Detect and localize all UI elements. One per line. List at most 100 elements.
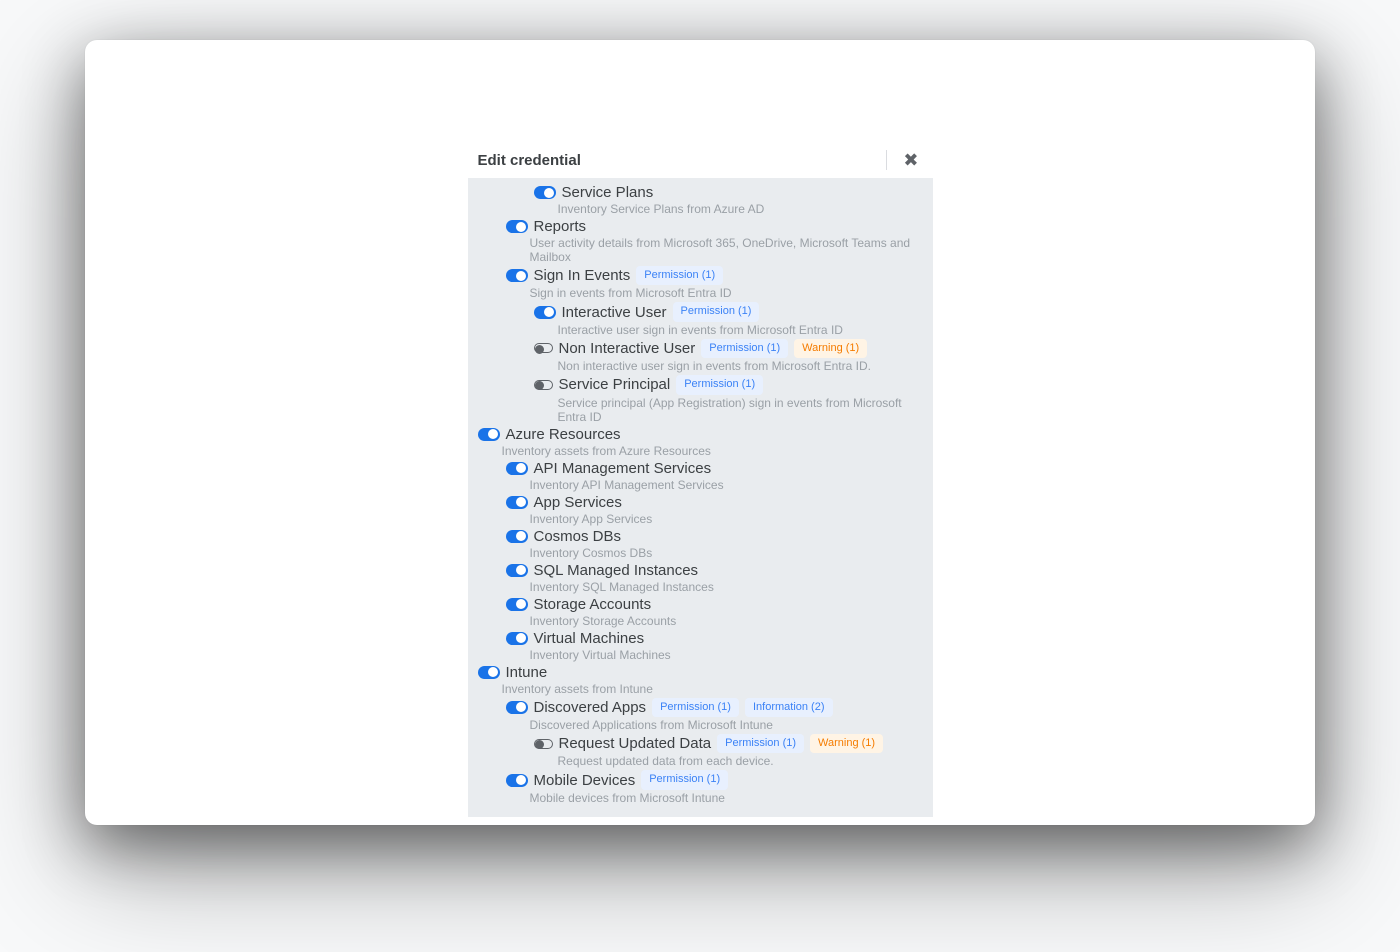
edit-credential-modal: Edit credential ✖ Service PlansInventory… — [468, 140, 933, 817]
setting-description: Service principal (App Registration) sig… — [558, 396, 923, 424]
setting-description: Discovered Applications from Microsoft I… — [530, 718, 923, 732]
setting-row-head: Storage Accounts — [506, 596, 923, 613]
setting-row-app-services: App ServicesInventory App Services — [478, 494, 923, 526]
setting-label: Service Plans — [562, 184, 654, 201]
modal-header: Edit credential ✖ — [468, 140, 933, 178]
setting-label: Service Principal — [559, 376, 671, 393]
setting-row-reports: ReportsUser activity details from Micros… — [478, 218, 923, 264]
setting-label: Mobile Devices — [534, 772, 636, 789]
toggle-app-services[interactable] — [506, 496, 528, 509]
setting-description: Request updated data from each device. — [558, 754, 923, 768]
setting-row-head: Cosmos DBs — [506, 528, 923, 545]
toggle-sql-managed-instances[interactable] — [506, 564, 528, 577]
setting-label: Storage Accounts — [534, 596, 652, 613]
setting-row-intune: IntuneInventory assets from Intune — [478, 664, 923, 696]
toggle-storage-accounts[interactable] — [506, 598, 528, 611]
setting-description: Inventory Cosmos DBs — [530, 546, 923, 560]
setting-label: Discovered Apps — [534, 699, 647, 716]
toggle-non-interactive-user[interactable] — [534, 343, 553, 353]
close-icon[interactable]: ✖ — [903, 151, 918, 169]
toggle-service-plans[interactable] — [534, 186, 556, 199]
toggle-cosmos-dbs[interactable] — [506, 530, 528, 543]
modal-title: Edit credential — [478, 152, 581, 169]
toggle-sign-in-events[interactable] — [506, 269, 528, 282]
setting-row-head: Service Plans — [534, 184, 923, 201]
setting-row-head: Request Updated Data Permission (1) Warnin… — [534, 734, 923, 753]
header-divider — [886, 150, 887, 170]
setting-row-head: API Management Services — [506, 460, 923, 477]
app-window: Edit credential ✖ Service PlansInventory… — [85, 40, 1315, 825]
setting-description: Inventory Service Plans from Azure AD — [558, 202, 923, 216]
permission-badge[interactable]: Permission (1) — [641, 770, 728, 789]
setting-description: Inventory Storage Accounts — [530, 614, 923, 628]
toggle-intune[interactable] — [478, 666, 500, 679]
toggle-reports[interactable] — [506, 220, 528, 233]
setting-label: Intune — [506, 664, 548, 681]
setting-description: Inventory API Management Services — [530, 478, 923, 492]
setting-row-head: Sign In Events Permission (1) — [506, 266, 923, 285]
setting-row-sign-in-events: Sign In Events Permission (1)Sign in even… — [478, 266, 923, 300]
setting-label: Cosmos DBs — [534, 528, 622, 545]
setting-row-head: Virtual Machines — [506, 630, 923, 647]
setting-row-non-interactive-user: Non Interactive User Permission (1) Warnin… — [478, 339, 923, 373]
setting-label: Non Interactive User — [559, 340, 696, 357]
setting-label: SQL Managed Instances — [534, 562, 699, 579]
setting-row-service-principal: Service Principal Permission (1) Service p… — [478, 375, 923, 423]
toggle-discovered-apps[interactable] — [506, 701, 528, 714]
toggle-azure-resources[interactable] — [478, 428, 500, 441]
setting-description: Inventory assets from Azure Resources — [502, 444, 923, 458]
setting-row-head: SQL Managed Instances — [506, 562, 923, 579]
setting-row-service-plans: Service PlansInventory Service Plans fro… — [478, 184, 923, 216]
setting-label: Request Updated Data — [559, 735, 712, 752]
permission-badge[interactable]: Permission (1) — [652, 698, 739, 717]
setting-description: User activity details from Microsoft 365… — [530, 236, 923, 264]
setting-description: Inventory assets from Intune — [502, 682, 923, 696]
toggle-interactive-user[interactable] — [534, 306, 556, 319]
setting-description: Interactive user sign in events from Mic… — [558, 323, 923, 337]
setting-label: Azure Resources — [506, 426, 621, 443]
setting-description: Inventory App Services — [530, 512, 923, 526]
setting-label: Sign In Events — [534, 267, 631, 284]
setting-description: Inventory Virtual Machines — [530, 648, 923, 662]
toggle-service-principal[interactable] — [534, 380, 553, 390]
setting-label: API Management Services — [534, 460, 712, 477]
setting-description: Non interactive user sign in events from… — [558, 359, 923, 373]
permission-badge[interactable]: Permission (1) — [717, 734, 804, 753]
setting-row-discovered-apps: Discovered Apps Permission (1) Information… — [478, 698, 923, 732]
setting-label: Interactive User — [562, 304, 667, 321]
setting-row-head: Mobile Devices Permission (1) — [506, 770, 923, 789]
setting-row-head: Reports — [506, 218, 923, 235]
setting-row-head: Non Interactive User Permission (1) Warnin… — [534, 339, 923, 358]
setting-row-storage-accounts: Storage AccountsInventory Storage Accoun… — [478, 596, 923, 628]
toggle-request-updated-data[interactable] — [534, 739, 553, 749]
permission-badge[interactable]: Permission (1) — [701, 339, 788, 358]
setting-row-request-updated-data: Request Updated Data Permission (1) Warnin… — [478, 734, 923, 768]
information-badge[interactable]: Information (2) — [745, 698, 833, 717]
setting-row-head: Interactive User Permission (1) — [534, 302, 923, 321]
setting-row-interactive-user: Interactive UserPermission (1)Interactiv… — [478, 302, 923, 336]
setting-row-api-management-services: API Management ServicesInventory API Man… — [478, 460, 923, 492]
permission-badge[interactable]: Permission (1) — [676, 375, 763, 394]
setting-row-virtual-machines: Virtual MachinesInventory Virtual Machin… — [478, 630, 923, 662]
toggle-virtual-machines[interactable] — [506, 632, 528, 645]
setting-row-azure-resources: Azure ResourcesInventory assets from Azu… — [478, 426, 923, 458]
permission-badge[interactable]: Permission (1) — [673, 302, 760, 321]
setting-row-head: Intune — [478, 664, 923, 681]
setting-row-head: Discovered Apps Permission (1) Information… — [506, 698, 923, 717]
setting-description: Mobile devices from Microsoft Intune — [530, 791, 923, 805]
setting-label: App Services — [534, 494, 622, 511]
setting-description: Inventory SQL Managed Instances — [530, 580, 923, 594]
setting-row-mobile-devices: Mobile Devices Permission (1) Mobile devic… — [478, 770, 923, 804]
setting-row-cosmos-dbs: Cosmos DBsInventory Cosmos DBs — [478, 528, 923, 560]
setting-row-head: Azure Resources — [478, 426, 923, 443]
toggle-mobile-devices[interactable] — [506, 774, 528, 787]
warning-badge[interactable]: Warning (1) — [810, 734, 883, 753]
setting-description: Sign in events from Microsoft Entra ID — [530, 286, 923, 300]
toggle-api-management-services[interactable] — [506, 462, 528, 475]
setting-label: Reports — [534, 218, 587, 235]
permission-badge[interactable]: Permission (1) — [636, 266, 723, 285]
warning-badge[interactable]: Warning (1) — [794, 339, 867, 358]
modal-body: Service PlansInventory Service Plans fro… — [468, 178, 933, 817]
setting-row-head: App Services — [506, 494, 923, 511]
setting-row-head: Service Principal Permission (1) — [534, 375, 923, 394]
